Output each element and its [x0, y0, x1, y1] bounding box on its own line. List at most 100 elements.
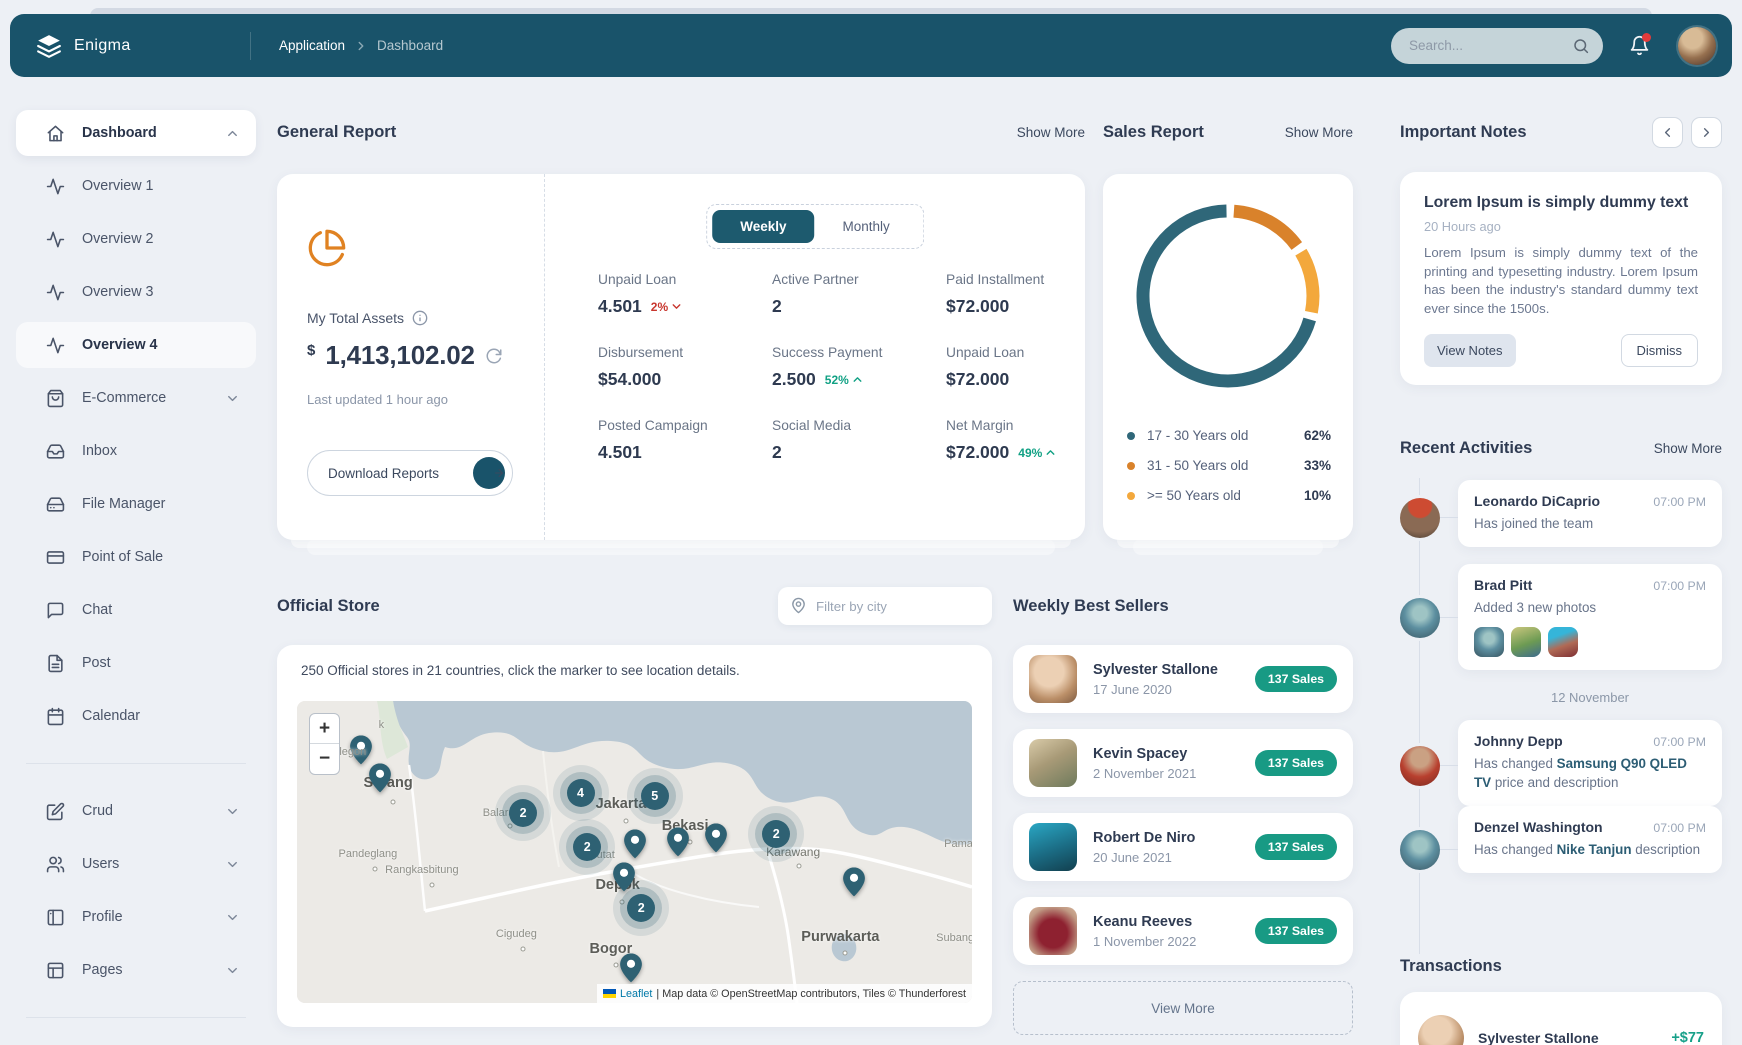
leaflet-link[interactable]: Leaflet — [620, 988, 652, 1000]
map-pin-marker[interactable] — [667, 828, 689, 857]
map-city-dot — [623, 819, 628, 824]
chevron-down-icon — [225, 857, 240, 872]
store-map[interactable]: Cilegon k Serang Balaraja Jakarta Bekasi… — [297, 701, 972, 1003]
notes-next-button[interactable] — [1691, 117, 1722, 148]
sidebar-item-overview-4[interactable]: Overview 4 — [16, 322, 256, 368]
activity-time: 07:00 PM — [1653, 579, 1706, 593]
brand[interactable]: Enigma — [10, 33, 250, 59]
sidebar-item-ecommerce[interactable]: E-Commerce — [16, 375, 256, 421]
search-icon[interactable] — [1572, 37, 1590, 55]
refresh-icon[interactable] — [485, 347, 503, 365]
general-report-title: General Report — [277, 123, 396, 142]
avatar — [1029, 655, 1077, 703]
recent-activities-title: Recent Activities — [1400, 439, 1532, 458]
activity-item[interactable]: Leonardo DiCaprio 07:00 PM Has joined th… — [1458, 480, 1722, 547]
activity-item[interactable]: Denzel Washington 07:00 PM Has changed N… — [1458, 806, 1722, 873]
chevron-up-icon — [851, 373, 864, 386]
activity-photos — [1474, 627, 1706, 657]
sidebar: Dashboard Overview 1 Overview 2 Overview… — [10, 96, 262, 1042]
map-pin-marker[interactable] — [369, 763, 391, 792]
map-city-dot — [430, 883, 435, 888]
sidebar-item-overview-2[interactable]: Overview 2 — [16, 216, 256, 262]
activity-name: Brad Pitt — [1474, 577, 1532, 593]
map-attribution: Leaflet | Map data © OpenStreetMap contr… — [597, 984, 972, 1003]
sidebar-item-profile[interactable]: Profile — [16, 894, 256, 940]
sidebar-item-overview-1[interactable]: Overview 1 — [16, 163, 256, 209]
monthly-tab[interactable]: Monthly — [815, 210, 918, 243]
map-city-label: Cigudeg — [496, 928, 537, 940]
credit-card-icon — [46, 548, 66, 567]
sidebar-item-point-of-sale[interactable]: Point of Sale — [16, 534, 256, 580]
photo-thumbnail[interactable] — [1548, 627, 1578, 657]
general-report-show-more[interactable]: Show More — [1017, 125, 1085, 140]
transaction-row[interactable]: Sylvester Stallone +$77 — [1400, 992, 1722, 1045]
zoom-in-button[interactable]: + — [310, 714, 339, 744]
sidebar-item-inbox[interactable]: Inbox — [16, 428, 256, 474]
sales-report-show-more[interactable]: Show More — [1285, 125, 1353, 140]
map-pin-marker[interactable] — [624, 829, 646, 858]
legend-dot — [1127, 462, 1135, 470]
zoom-out-button[interactable]: − — [310, 744, 339, 774]
best-seller-row[interactable]: Kevin Spacey 2 November 2021 137 Sales — [1013, 729, 1353, 797]
map-cluster-marker[interactable]: 2 — [762, 820, 790, 848]
dismiss-button[interactable]: Dismiss — [1621, 334, 1699, 367]
best-seller-info: Sylvester Stallone 17 June 2020 — [1093, 662, 1218, 697]
activity-icon — [46, 230, 66, 249]
stat-label: Posted Campaign — [598, 418, 772, 433]
stat-label: Active Partner — [772, 272, 946, 287]
note-title: Lorem Ipsum is simply dummy text — [1424, 194, 1698, 212]
filter-by-city-input[interactable] — [778, 587, 992, 625]
activity-text: Added 3 new photos — [1474, 599, 1706, 618]
sidebar-item-dashboard[interactable]: Dashboard — [16, 110, 256, 156]
best-seller-row[interactable]: Sylvester Stallone 17 June 2020 137 Sale… — [1013, 645, 1353, 713]
notifications-button[interactable] — [1629, 35, 1650, 56]
stat-value: 4.501 — [598, 296, 642, 317]
map-cluster-marker[interactable]: 5 — [641, 782, 669, 810]
map-pin-marker[interactable] — [843, 867, 865, 896]
map-pin-marker[interactable] — [620, 953, 642, 982]
sidebar-item-pages[interactable]: Pages — [16, 947, 256, 993]
assets-value-row: $ 1,413,102.02 — [307, 340, 503, 371]
activity-item[interactable]: Brad Pitt 07:00 PM Added 3 new photos — [1458, 564, 1722, 670]
recent-activities-show-more[interactable]: Show More — [1654, 441, 1722, 456]
map-cluster-marker[interactable]: 2 — [627, 894, 655, 922]
map-cluster-marker[interactable]: 2 — [573, 833, 601, 861]
map-cluster-marker[interactable]: 4 — [567, 779, 595, 807]
map-pin-marker[interactable] — [705, 823, 727, 852]
photo-thumbnail[interactable] — [1474, 627, 1504, 657]
info-icon[interactable] — [412, 310, 428, 326]
chevron-down-icon — [225, 804, 240, 819]
view-more-button[interactable]: View More — [1013, 981, 1353, 1035]
map-city-label: Rangkasbitung — [385, 864, 458, 876]
edit-icon — [46, 802, 66, 821]
sidebar-item-chat[interactable]: Chat — [16, 587, 256, 633]
important-notes-title: Important Notes — [1400, 123, 1527, 142]
map-city-label: Pama — [944, 838, 972, 850]
breadcrumb-page: Dashboard — [377, 38, 443, 53]
activity-icon — [46, 283, 66, 302]
photo-thumbnail[interactable] — [1511, 627, 1541, 657]
age-donut-chart[interactable] — [1128, 196, 1328, 396]
activity-item[interactable]: Johnny Depp 07:00 PM Has changed Samsung… — [1458, 720, 1722, 806]
sidebar-item-post[interactable]: Post — [16, 640, 256, 686]
sidebar-item-users[interactable]: Users — [16, 841, 256, 887]
user-avatar[interactable] — [1678, 27, 1716, 65]
official-store-card: 250 Official stores in 21 countries, cli… — [277, 645, 992, 1027]
map-cluster-marker[interactable]: 2 — [509, 799, 537, 827]
view-notes-button[interactable]: View Notes — [1424, 334, 1516, 367]
best-seller-row[interactable]: Robert De Niro 20 June 2021 137 Sales — [1013, 813, 1353, 881]
breadcrumb-section[interactable]: Application — [279, 38, 345, 53]
sidebar-item-overview-3[interactable]: Overview 3 — [16, 269, 256, 315]
avatar — [1418, 1015, 1464, 1045]
layers-logo-icon — [36, 33, 62, 59]
sidebar-item-crud[interactable]: Crud — [16, 788, 256, 834]
map-pin-marker[interactable] — [613, 863, 635, 892]
download-reports-button[interactable]: Download Reports — [307, 450, 513, 496]
sidebar-item-file-manager[interactable]: File Manager — [16, 481, 256, 527]
weekly-tab[interactable]: Weekly — [712, 210, 814, 243]
sidebar-item-calendar[interactable]: Calendar — [16, 693, 256, 739]
stat-label: Unpaid Loan — [946, 345, 1120, 360]
best-seller-row[interactable]: Keanu Reeves 1 November 2022 137 Sales — [1013, 897, 1353, 965]
stat-label: Unpaid Loan — [598, 272, 772, 287]
notes-prev-button[interactable] — [1652, 117, 1683, 148]
